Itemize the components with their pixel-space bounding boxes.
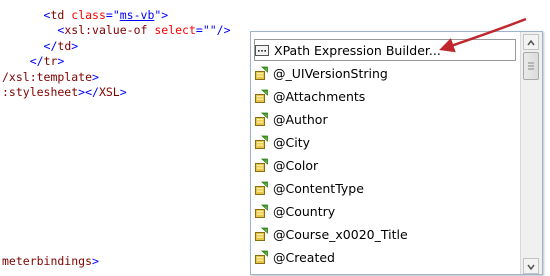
annotation-arrow (439, 17, 527, 53)
